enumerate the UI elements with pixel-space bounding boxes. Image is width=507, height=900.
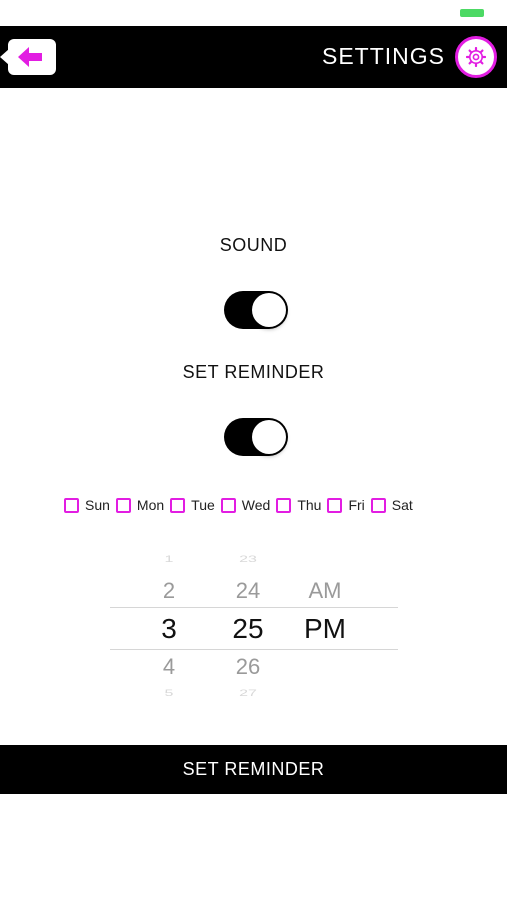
set-reminder-button[interactable]: SET REMINDER [0, 745, 507, 794]
hour-option[interactable]: 4 [140, 656, 198, 678]
header-bar: SETTINGS [0, 26, 507, 88]
day-checkbox-sun[interactable]: Sun [64, 497, 110, 513]
checkbox-icon[interactable] [327, 497, 343, 513]
day-checkbox-thu[interactable]: Thu [276, 497, 321, 513]
sound-label: SOUND [219, 235, 288, 255]
minute-option-selected[interactable]: 25 [218, 615, 278, 643]
hour-option[interactable]: 2 [140, 580, 198, 602]
day-label: Sun [85, 497, 110, 513]
gear-icon [466, 47, 486, 67]
hour-option[interactable]: 1 [140, 555, 198, 565]
checkbox-icon[interactable] [220, 497, 236, 513]
hour-option-selected[interactable]: 3 [140, 615, 198, 643]
day-label: Thu [297, 497, 322, 513]
day-label: Sat [391, 497, 413, 513]
battery-icon [460, 9, 484, 17]
hour-option[interactable]: 5 [140, 689, 198, 699]
toggle-knob [252, 293, 286, 327]
checkbox-icon[interactable] [64, 497, 79, 513]
day-checkbox-tue[interactable]: Tue [170, 497, 215, 513]
checkbox-icon[interactable] [115, 497, 131, 513]
checkbox-icon[interactable] [276, 497, 292, 513]
minute-option[interactable]: 24 [218, 580, 278, 602]
day-checkbox-fri[interactable]: Fri [327, 497, 365, 513]
page-title: SETTINGS [321, 43, 445, 69]
time-picker[interactable]: 1 2 3 4 5 23 24 25 26 27 AM PM [110, 550, 398, 700]
minute-option[interactable]: 23 [218, 555, 278, 565]
day-label: Tue [191, 497, 215, 513]
arrow-left-icon [18, 47, 42, 67]
status-bar [0, 0, 507, 26]
back-button[interactable] [0, 39, 56, 75]
day-label: Wed [241, 497, 271, 513]
minute-option[interactable]: 27 [218, 689, 278, 699]
day-checkbox-sat[interactable]: Sat [370, 497, 413, 513]
day-checkbox-mon[interactable]: Mon [115, 497, 165, 513]
toggle-knob [252, 420, 286, 454]
day-checkbox-wed[interactable]: Wed [220, 497, 271, 513]
day-label: Mon [136, 497, 165, 513]
day-label: Fri [348, 497, 365, 513]
ampm-option[interactable]: AM [290, 580, 360, 602]
sound-toggle[interactable] [224, 291, 288, 329]
weekday-selector: Sun Mon Tue Wed Thu Fri Sat [64, 495, 419, 515]
settings-button[interactable] [455, 36, 497, 78]
picker-selection-bottom-line [110, 649, 398, 650]
checkbox-icon[interactable] [370, 497, 386, 513]
reminder-label: SET REMINDER [182, 362, 325, 382]
picker-selection-top-line [110, 607, 398, 608]
reminder-toggle[interactable] [224, 418, 288, 456]
checkbox-icon[interactable] [170, 497, 186, 513]
ampm-option-selected[interactable]: PM [290, 615, 360, 643]
minute-option[interactable]: 26 [218, 656, 278, 678]
